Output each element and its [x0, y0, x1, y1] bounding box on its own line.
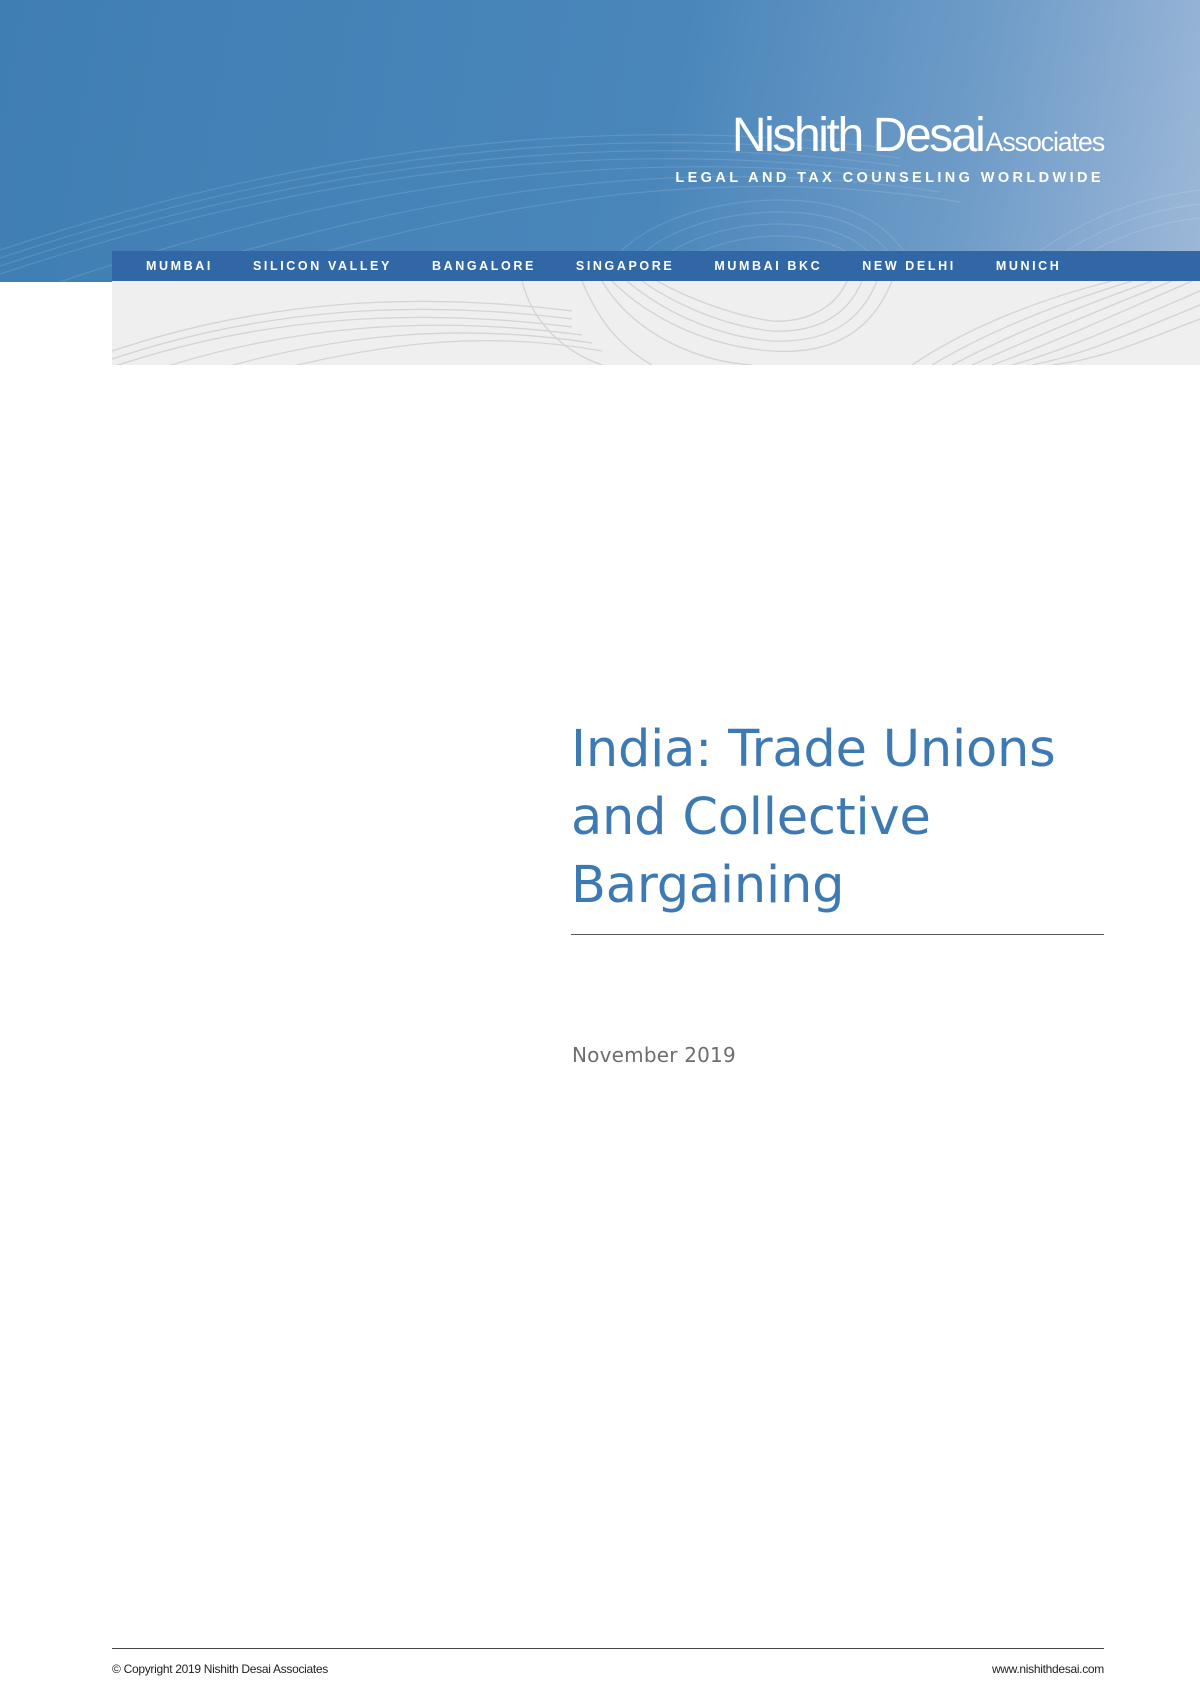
office-mumbai-bkc: MUMBAI BKC — [714, 259, 823, 273]
office-silicon-valley: SILICON VALLEY — [252, 259, 392, 273]
title-divider — [571, 934, 1104, 935]
office-mumbai: MUMBAI — [146, 259, 213, 273]
logo-main-text: Nishith Desai — [731, 109, 986, 162]
logo-sub-text: Associates — [985, 127, 1105, 157]
title-line: India: Trade Unions — [571, 720, 1056, 779]
office-munich: MUNICH — [995, 259, 1062, 273]
decorative-pattern-strip — [112, 281, 1200, 365]
offices-strip: MUMBAI SILICON VALLEY BANGALORE SINGAPOR… — [112, 251, 1200, 281]
document-title: India: Trade Unions and Collective Barga… — [571, 716, 1111, 920]
header-banner: Nishith DesaiAssociates LEGAL AND TAX CO… — [0, 0, 1200, 282]
office-bangalore: BANGALORE — [431, 259, 536, 273]
publication-date: November 2019 — [572, 1043, 736, 1067]
office-new-delhi: NEW DELHI — [862, 259, 956, 273]
pattern-graphic — [112, 281, 1200, 365]
footer-copyright: © Copyright 2019 Nishith Desai Associate… — [112, 1662, 328, 1676]
title-line: and Collective — [571, 788, 931, 847]
footer-divider — [112, 1648, 1104, 1649]
firm-tagline: LEGAL AND TAX COUNSELING WORLDWIDE — [675, 170, 1104, 186]
footer-website-link[interactable]: www.nishithdesai.com — [992, 1662, 1104, 1676]
firm-logo: Nishith DesaiAssociates LEGAL AND TAX CO… — [675, 109, 1105, 187]
office-singapore: SINGAPORE — [575, 259, 675, 273]
document-cover-page: Nishith DesaiAssociates LEGAL AND TAX CO… — [0, 0, 1200, 1696]
title-line: Bargaining — [571, 856, 845, 915]
